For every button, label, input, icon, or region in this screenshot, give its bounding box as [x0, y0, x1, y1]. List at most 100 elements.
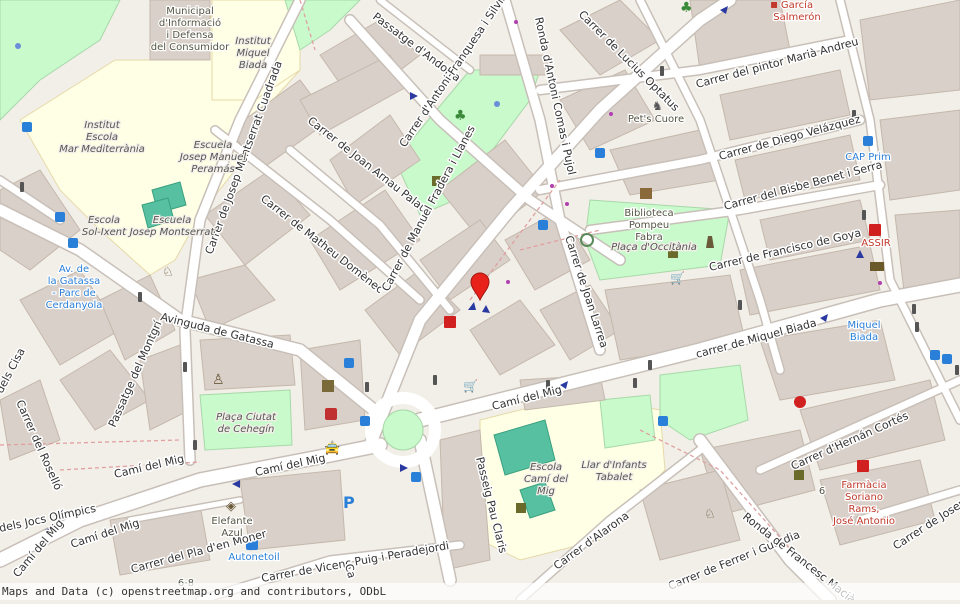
- shop-dot: [565, 202, 569, 206]
- picnic-icon: ♣: [680, 0, 693, 16]
- bus-stop-icon: [68, 238, 78, 248]
- shop-dot: [878, 281, 882, 285]
- waste-basket-icon: [516, 503, 526, 513]
- hospital-icon: [869, 224, 881, 236]
- shop-icon: ▪: [770, 0, 778, 11]
- bank-icon: [870, 262, 884, 271]
- poi-label-cap-prim: CAP Prim: [845, 152, 891, 163]
- fountain-icon: [494, 101, 500, 107]
- poi-label-line: Azul: [221, 528, 242, 539]
- shop-dot: [514, 20, 518, 24]
- bus-stop-icon: [55, 212, 65, 222]
- poi-label-line: Plaça Ciutat: [216, 412, 277, 423]
- poi-label-line: Elefante: [211, 516, 252, 527]
- poi-label-line: García: [781, 0, 813, 11]
- fountain-icon: [15, 43, 21, 49]
- traffic-signal-icon: [193, 440, 197, 450]
- traffic-signal-icon: [738, 300, 742, 310]
- traffic-signal-icon: [862, 210, 866, 220]
- poi-label-line: José Antonio: [832, 515, 895, 527]
- bus-stop-icon: [360, 416, 370, 426]
- park-llar: [600, 395, 655, 448]
- traffic-signal-icon: [20, 182, 24, 192]
- bus-stop-icon: [538, 220, 548, 230]
- map-view[interactable]: ♣ ♣ 🛒 🛒 ♙ ♘ ♘ ◈ P 🚖 ♞ ▪: [0, 0, 960, 600]
- poi-label-line: Escuela: [194, 140, 232, 151]
- playground-icon: ♘: [162, 265, 174, 280]
- poi-label-line: Biada: [239, 60, 267, 71]
- map-attribution: Maps and Data (c) openstreetmap.org and …: [0, 583, 960, 600]
- playground-icon: ♙: [212, 372, 225, 388]
- shop-cart-icon: 🛒: [463, 379, 478, 393]
- traffic-signal-icon: [955, 365, 959, 375]
- first-aid-icon: [325, 408, 337, 420]
- poi-label-line: Escola: [88, 215, 120, 226]
- poi-label-line: Municipal: [166, 6, 214, 17]
- poi-label-line: de Cehegín: [218, 423, 275, 435]
- poi-label-line: Josep Montserrat: [128, 227, 216, 238]
- poi-label-line: Farmàcia: [841, 479, 886, 491]
- poi-label-line: Soriano: [845, 492, 883, 503]
- bus-stop-icon: [930, 350, 940, 360]
- poi-label-line: Miquel: [236, 48, 269, 59]
- poi-label-line: - Parc de: [52, 288, 96, 299]
- poi-label-line: Pompeu: [629, 220, 669, 231]
- poi-label-line: d'Informació: [159, 17, 221, 29]
- roundabout-center: [383, 410, 423, 450]
- poi-label-line: Rams,: [849, 504, 880, 515]
- pharmacy-icon: [444, 316, 456, 328]
- poi-label-line: Salmerón: [773, 11, 821, 23]
- traffic-signal-icon: [365, 382, 369, 392]
- traffic-signal-icon: [138, 292, 142, 302]
- map-canvas[interactable]: ♣ ♣ 🛒 🛒 ♙ ♘ ♘ ◈ P 🚖 ♞ ▪: [0, 0, 960, 600]
- building: [880, 110, 960, 200]
- shop-cart-icon: 🛒: [670, 271, 685, 285]
- traffic-signal-icon: [648, 360, 652, 370]
- taxi-icon: 🚖: [324, 440, 340, 456]
- bus-stop-icon: [863, 136, 873, 146]
- poi-label-line: Mar Mediterrània: [59, 143, 145, 155]
- poi-label-line: Biada: [850, 332, 878, 343]
- poi-label-line: Biblioteca: [624, 208, 673, 219]
- house-number: 6: [819, 486, 825, 497]
- poi-label-line: Llar d'Infants: [581, 460, 646, 471]
- shop-dot: [609, 112, 613, 116]
- bus-stop-icon: [658, 416, 668, 426]
- traffic-signal-icon: [433, 375, 437, 385]
- poi-label-line: Escuela: [153, 215, 191, 226]
- poi-label-line: Av. de: [59, 264, 89, 275]
- poi-label-line: Escola: [86, 132, 118, 143]
- library-icon: [640, 188, 652, 199]
- poi-label-line: Miquel: [847, 320, 880, 331]
- veterinary-icon: [794, 396, 806, 408]
- poi-label-line: Peramás: [191, 163, 235, 175]
- poi-label-line: Institut: [235, 36, 271, 47]
- bus-stop-icon: [595, 148, 605, 158]
- poi-label-pets-cuore: Pet's Cuore: [628, 114, 684, 125]
- bus-stop-icon: [344, 358, 354, 368]
- traffic-signal-icon: [633, 378, 637, 388]
- bus-stop-icon: [411, 472, 421, 482]
- car-rental-icon: ◈: [226, 499, 236, 514]
- poi-label-line: la Gatassa: [48, 276, 101, 287]
- picnic-icon: ♣: [454, 108, 467, 124]
- poi-label-autonetoil: Autonetoil: [228, 552, 279, 563]
- parking-icon: P: [343, 493, 355, 512]
- traffic-signal-icon: [660, 66, 664, 76]
- shop-dot: [506, 280, 510, 284]
- bus-stop-icon: [22, 122, 32, 132]
- poi-label-line: Sol-Ixent: [82, 227, 127, 238]
- traffic-signal-icon: [183, 362, 187, 372]
- poi-label-assir: ASSIR: [861, 238, 890, 249]
- poi-label-line: Escola: [530, 462, 562, 473]
- pharmacy-icon: [857, 460, 869, 472]
- poi-label-line: Tabalet: [596, 472, 634, 483]
- poi-label-line: Mig: [537, 486, 555, 497]
- shop-dot: [550, 184, 554, 188]
- police-icon: [322, 380, 334, 392]
- building: [480, 55, 550, 75]
- poi-label-line: Cerdanyola: [46, 300, 103, 311]
- playground-icon: ♘: [704, 507, 716, 522]
- poi-label-placa-occitania: Plaça d'Occitània: [611, 241, 697, 253]
- bus-stop-icon: [942, 354, 952, 364]
